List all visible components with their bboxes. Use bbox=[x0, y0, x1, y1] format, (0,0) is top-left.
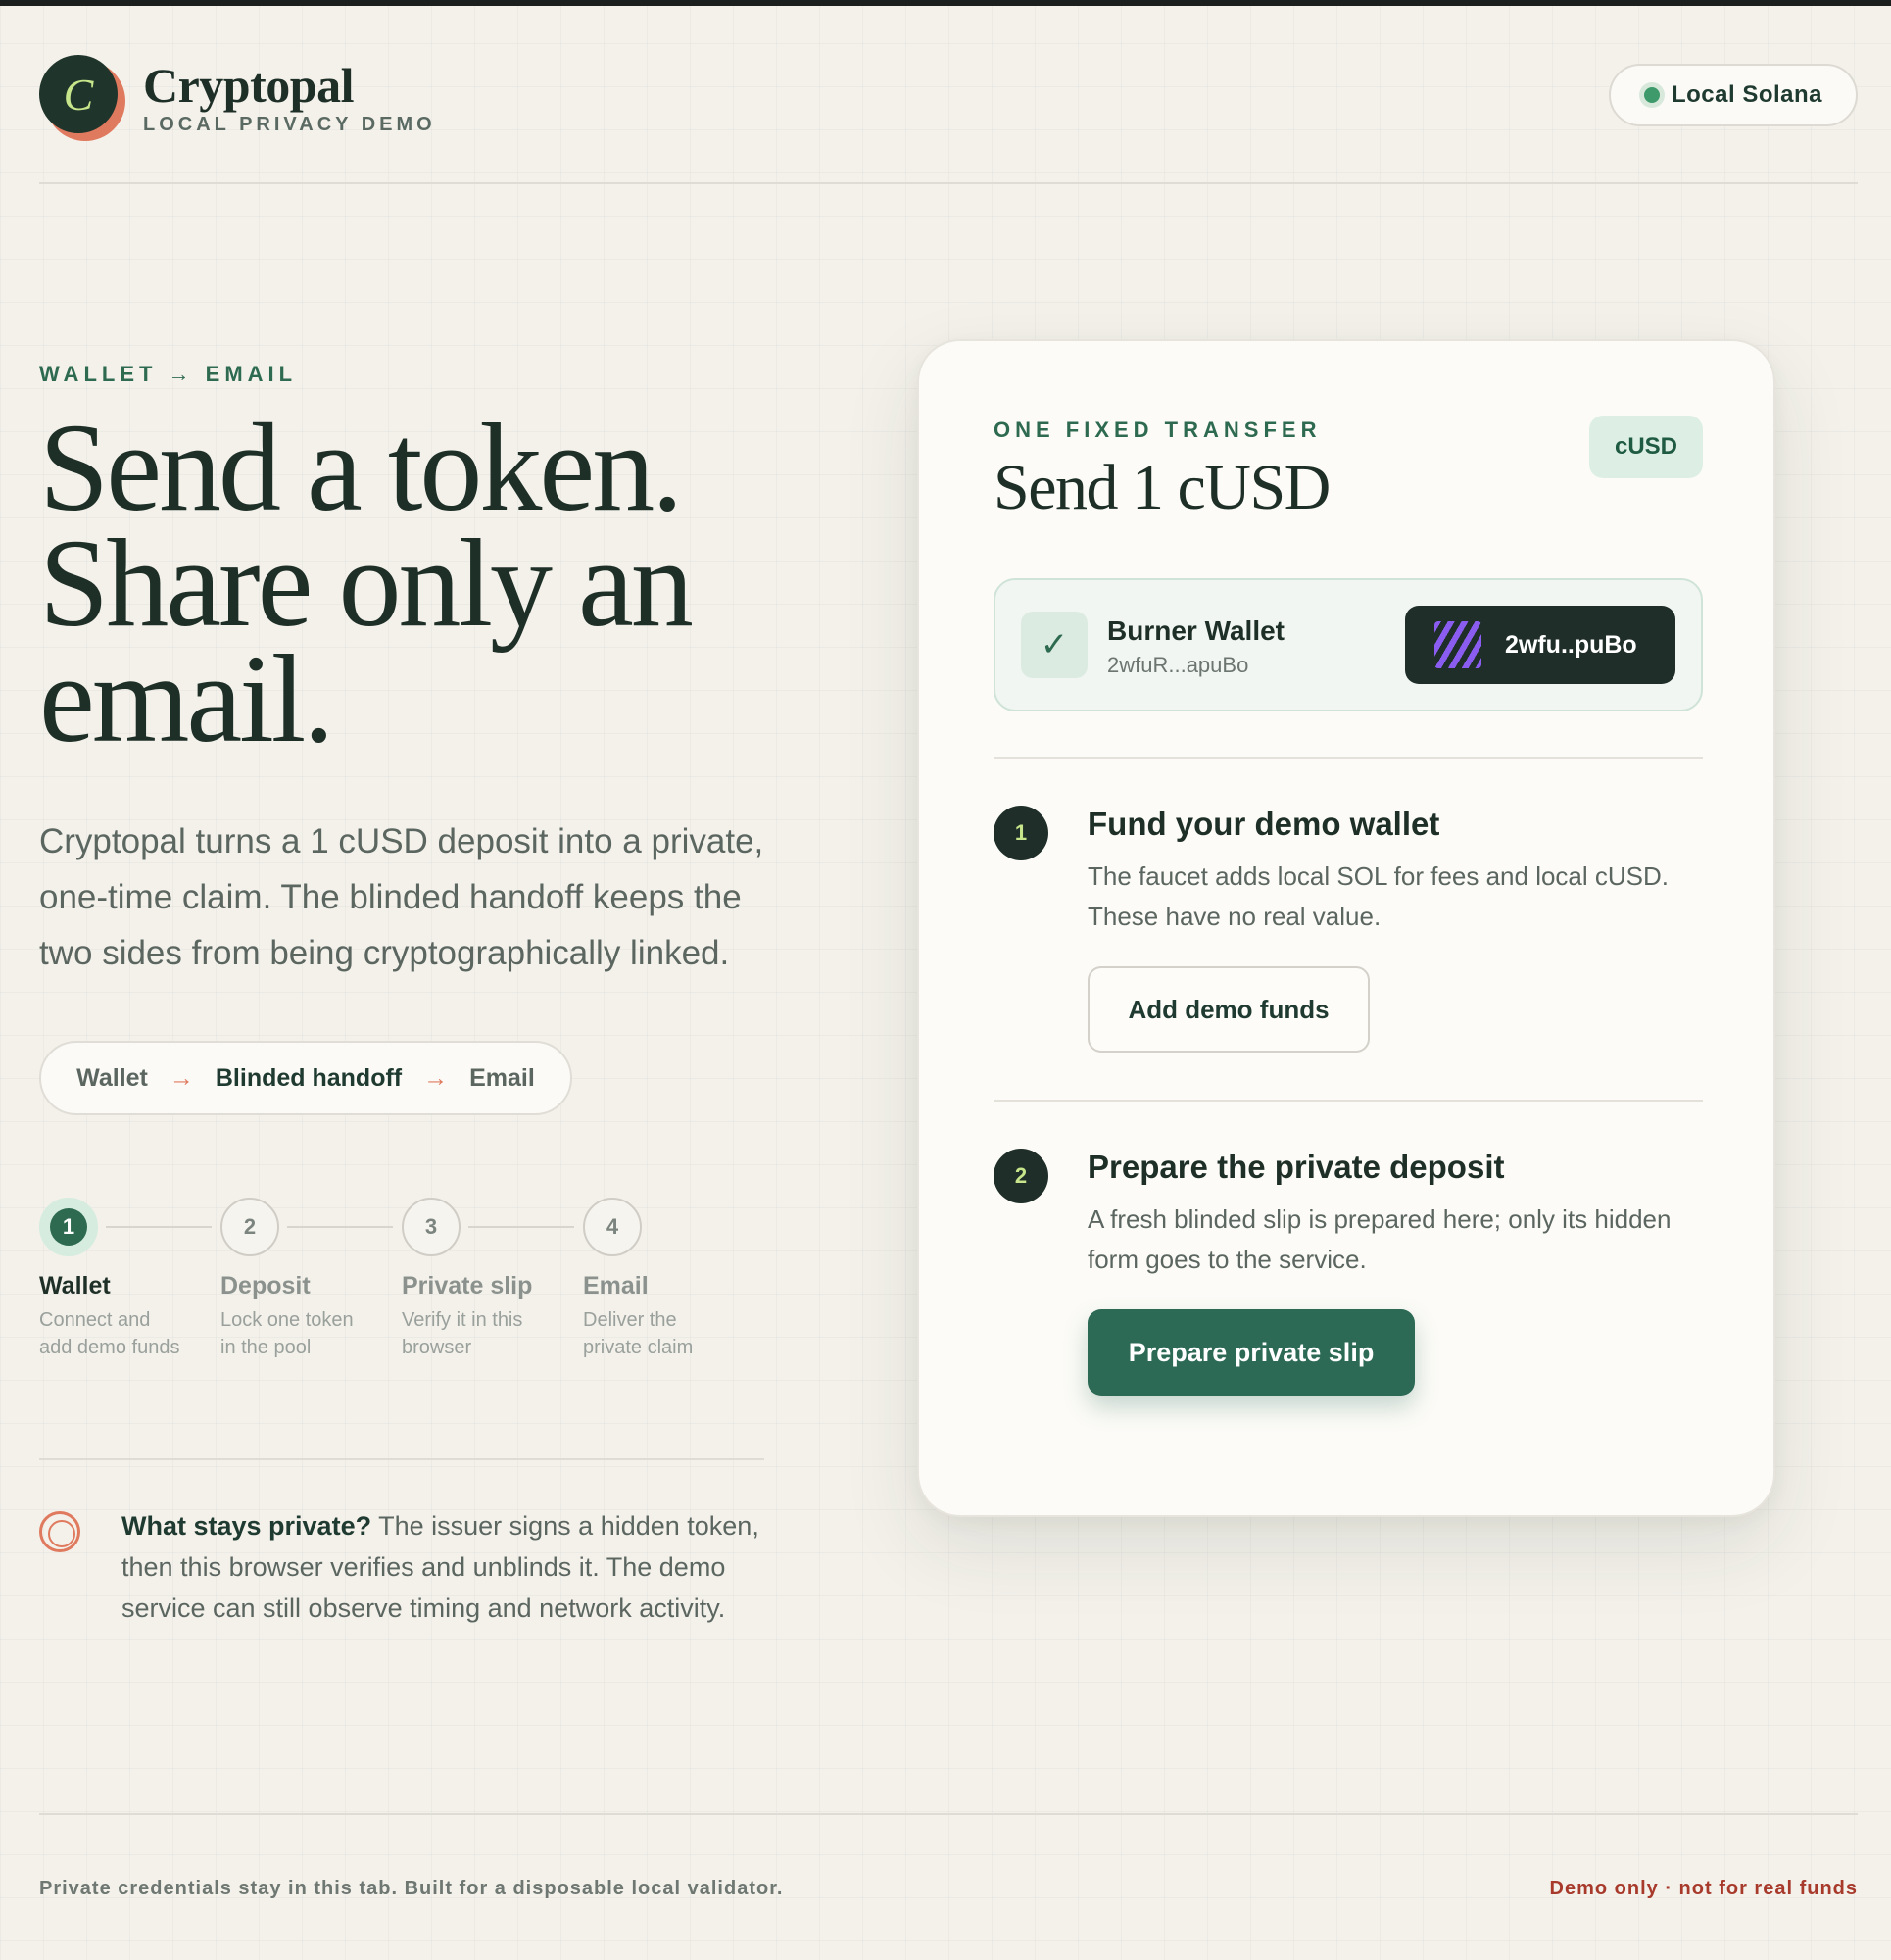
hero-title: Send a token. Share only an email. bbox=[39, 398, 784, 768]
step-description-line: Deliver the bbox=[583, 1309, 677, 1331]
step-title: Wallet bbox=[39, 1272, 111, 1299]
step-wallet[interactable]: 1 Wallet Connect and add demo funds bbox=[39, 1198, 216, 1361]
footer-note: Private credentials stay in this tab. Bu… bbox=[39, 1878, 784, 1899]
brand[interactable]: C Cryptopal LOCAL PRIVACY DEMO bbox=[39, 55, 436, 141]
flow-from: Wallet bbox=[76, 1063, 148, 1092]
card-divider bbox=[994, 1100, 1703, 1102]
step-number-badge: 2 bbox=[220, 1198, 279, 1256]
step-email[interactable]: 4 Email Deliver the private claim bbox=[583, 1198, 759, 1361]
prepare-deposit-title: Prepare the private deposit bbox=[1088, 1149, 1505, 1185]
privacy-note: What stays private? The issuer signs a h… bbox=[39, 1505, 784, 1629]
section-divider bbox=[39, 1458, 764, 1460]
step-number-badge: 1 bbox=[39, 1198, 98, 1256]
logo-mark: C bbox=[39, 55, 118, 133]
hero-description: Cryptopal turns a 1 cUSD deposit into a … bbox=[39, 822, 764, 972]
progress-stepper: 1 Wallet Connect and add demo funds 2 De… bbox=[39, 1198, 764, 1374]
step-description: Deliver the private claim bbox=[583, 1306, 759, 1361]
wallet-avatar-icon bbox=[1434, 621, 1481, 668]
privacy-question: What stays private? bbox=[121, 1511, 372, 1541]
arrow-right-icon: → bbox=[169, 1063, 194, 1092]
step-description-line: in the pool bbox=[220, 1337, 312, 1358]
wallet-button-label: 2wfu..puBo bbox=[1505, 630, 1637, 659]
step-description-line: add demo funds bbox=[39, 1337, 180, 1358]
hero-kicker: WALLET → EMAIL bbox=[39, 362, 298, 386]
step-number-badge: 3 bbox=[402, 1198, 461, 1256]
fund-wallet-title: Fund your demo wallet bbox=[1088, 806, 1440, 842]
step-description-line: private claim bbox=[583, 1337, 694, 1358]
step-number-badge: 2 bbox=[994, 1149, 1048, 1203]
step-number: 1 bbox=[50, 1208, 87, 1246]
card-title: Send 1 cUSD bbox=[994, 452, 1331, 523]
step-number-badge: 1 bbox=[994, 806, 1048, 860]
hero-title-line: email. bbox=[39, 629, 334, 768]
prepare-private-slip-button[interactable]: Prepare private slip bbox=[1088, 1309, 1415, 1396]
step-description: Lock one token in the pool bbox=[220, 1306, 397, 1361]
flow-to: Email bbox=[469, 1063, 535, 1092]
logo: C bbox=[39, 55, 125, 141]
arrow-right-icon: → bbox=[423, 1063, 449, 1092]
step-number-badge: 4 bbox=[583, 1198, 642, 1256]
prepare-deposit-description: A fresh blinded slip is prepared here; o… bbox=[1088, 1204, 1672, 1274]
step-private-slip[interactable]: 3 Private slip Verify it in this browser bbox=[402, 1198, 578, 1361]
privacy-text: What stays private? The issuer signs a h… bbox=[121, 1505, 784, 1629]
flow-middle: Blinded handoff bbox=[215, 1063, 403, 1092]
card-divider bbox=[994, 757, 1703, 759]
brand-text: Cryptopal LOCAL PRIVACY DEMO bbox=[143, 61, 436, 136]
step-title: Email bbox=[583, 1272, 649, 1299]
brand-name: Cryptopal bbox=[143, 57, 354, 113]
add-demo-funds-button[interactable]: Add demo funds bbox=[1088, 966, 1370, 1053]
step-description-line: browser bbox=[402, 1337, 472, 1358]
card-kicker: ONE FIXED TRANSFER bbox=[994, 417, 1322, 442]
footer-divider bbox=[39, 1813, 1858, 1815]
step-description-line: Verify it in this bbox=[402, 1309, 523, 1331]
hero-title-line: Send a token. bbox=[39, 398, 683, 537]
target-ring-icon bbox=[39, 1511, 80, 1552]
step-deposit[interactable]: 2 Deposit Lock one token in the pool bbox=[220, 1198, 397, 1361]
checkmark-icon: ✓ bbox=[1021, 612, 1088, 678]
step-description-line: Lock one token bbox=[220, 1309, 354, 1331]
wallet-name: Burner Wallet bbox=[1107, 615, 1285, 646]
fund-wallet-description: The faucet adds local SOL for fees and l… bbox=[1088, 861, 1670, 931]
brand-subtitle: LOCAL PRIVACY DEMO bbox=[143, 113, 436, 135]
token-badge: cUSD bbox=[1589, 416, 1703, 478]
footer-warning: Demo only · not for real funds bbox=[1549, 1878, 1858, 1899]
step-description: Verify it in this browser bbox=[402, 1306, 578, 1361]
hero-title-line: Share only an bbox=[39, 514, 694, 653]
transfer-card: ONE FIXED TRANSFER Send 1 cUSD cUSD ✓ Bu… bbox=[917, 339, 1775, 1517]
flow-pill: Wallet → Blinded handoff → Email bbox=[39, 1041, 572, 1115]
step-description: Connect and add demo funds bbox=[39, 1306, 216, 1361]
header-divider bbox=[39, 182, 1858, 184]
wallet-account-button[interactable]: 2wfu..puBo bbox=[1405, 606, 1675, 684]
step-description-line: Connect and bbox=[39, 1309, 151, 1331]
wallet-address: 2wfuR...apuBo bbox=[1107, 653, 1249, 677]
step-title: Deposit bbox=[220, 1272, 311, 1299]
step-title: Private slip bbox=[402, 1272, 533, 1299]
top-accent-bar bbox=[0, 0, 1891, 6]
network-label: Local Solana bbox=[1671, 81, 1823, 108]
network-status-dot-icon bbox=[1643, 87, 1660, 103]
connected-wallet: ✓ Burner Wallet 2wfuR...apuBo 2wfu..puBo bbox=[994, 578, 1703, 711]
network-status-pill[interactable]: Local Solana bbox=[1609, 64, 1858, 126]
